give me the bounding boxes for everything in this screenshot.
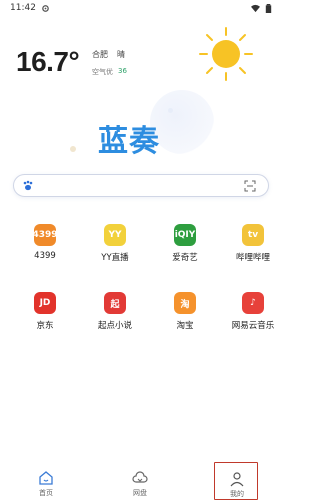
scan-icon[interactable] — [244, 180, 256, 192]
shortcut-item[interactable]: YY YY直播 — [80, 224, 150, 274]
user-icon — [230, 472, 244, 487]
logo-area: 蓝奏 — [70, 108, 188, 159]
yy-live-icon: YY — [104, 224, 126, 246]
shortcut-label: 京东 — [36, 321, 54, 331]
bilibili-icon: tv — [242, 224, 264, 246]
shortcut-item[interactable]: 4399 4399 — [10, 224, 80, 274]
settings-icon — [42, 4, 49, 12]
shortcut-item[interactable]: 淘淘宝 — [150, 292, 220, 342]
shortcut-item[interactable]: tv 哔哩哔哩 — [218, 224, 288, 274]
status-left: 11:42 — [10, 3, 50, 13]
decor-dot — [70, 146, 76, 152]
sun-icon — [199, 27, 253, 81]
tab-cloud-label: 网盘 — [133, 489, 147, 497]
status-time: 11:42 — [10, 3, 36, 13]
tab-mine[interactable]: 我的 — [214, 462, 258, 500]
status-right — [251, 3, 273, 13]
iqiyi-icon: iQIY — [174, 224, 196, 246]
game-4399-icon: 4399 — [32, 224, 58, 246]
shortcut-label: 爱奇艺 — [172, 253, 198, 263]
status-bar: 11:42 — [0, 0, 281, 16]
air-quality-value: 36 — [118, 67, 127, 75]
wifi-icon — [251, 4, 260, 12]
shortcut-label: 网易云音乐 — [231, 321, 275, 331]
bottom-tab-bar: 首页 网盘 我的 — [0, 462, 281, 500]
shortcut-label: 哔哩哔哩 — [235, 253, 270, 263]
tab-home-label: 首页 — [39, 489, 53, 497]
brand-logo: 蓝奏 — [98, 124, 160, 159]
city-name: 合肥 — [92, 50, 108, 59]
shortcut-label: YY直播 — [101, 253, 129, 263]
shortcut-label: 起点小说 — [97, 321, 132, 331]
temperature: 16.7° — [16, 46, 80, 77]
tab-home[interactable]: 首页 — [24, 462, 68, 500]
home-icon — [39, 471, 53, 485]
shortcut-label: 淘宝 — [176, 321, 194, 331]
tab-mine-label: 我的 — [230, 490, 244, 498]
battery-icon — [265, 3, 272, 13]
shortcut-item[interactable]: iQIY 爱奇艺 — [150, 224, 220, 274]
decor-dot — [168, 108, 173, 113]
weather-condition: 晴 — [117, 50, 125, 59]
qidian-icon: 起 — [104, 292, 126, 314]
paw-icon[interactable] — [22, 180, 34, 192]
taobao-icon: 淘 — [174, 292, 196, 314]
tab-cloud[interactable]: 网盘 — [118, 462, 162, 500]
search-input[interactable] — [13, 174, 269, 197]
shortcut-item[interactable]: ♪ 网易云音乐 — [218, 292, 288, 342]
shortcut-item[interactable]: 起起点小说 — [80, 292, 150, 342]
air-quality-label: 空气优 — [92, 68, 113, 76]
shortcut-item[interactable]: JD 京东 — [10, 292, 80, 342]
jd-icon: JD — [34, 292, 56, 314]
netease-music-icon: ♪ — [242, 292, 264, 314]
cloud-icon — [132, 471, 148, 483]
shortcut-label: 4399 — [34, 251, 56, 261]
